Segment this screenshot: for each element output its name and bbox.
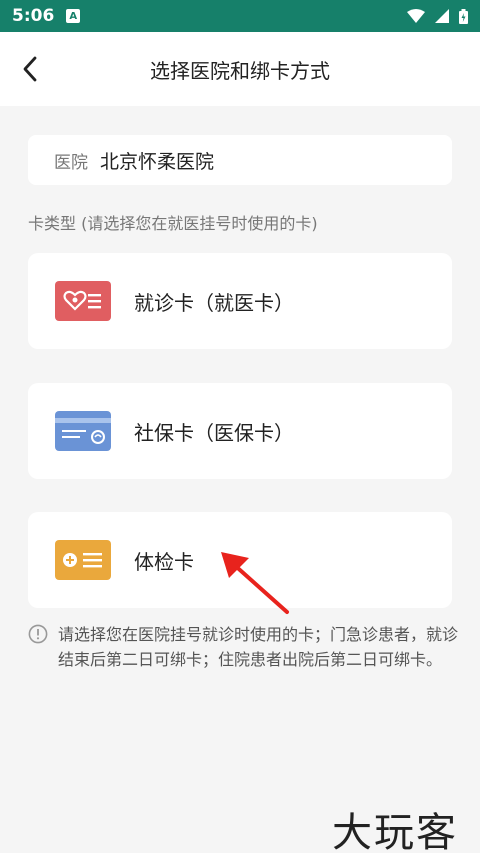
exam-card-icon: [55, 540, 111, 580]
page-title: 选择医院和绑卡方式: [150, 58, 330, 83]
card-option-label: 体检卡: [134, 549, 194, 574]
hospital-value: 北京怀柔医院: [100, 150, 215, 173]
social-security-card-icon: [55, 411, 111, 451]
hospital-selector[interactable]: 医院 北京怀柔医院: [28, 135, 452, 185]
info-icon: [28, 624, 48, 644]
back-button[interactable]: [16, 54, 44, 84]
card-type-hint: 卡类型 (请选择您在就医挂号时使用的卡): [28, 214, 318, 233]
annotation-arrow-icon: [221, 552, 289, 614]
hospital-label: 医院: [54, 152, 88, 173]
card-option-medical[interactable]: 就诊卡（就医卡）: [28, 253, 452, 349]
nav-bar: 选择医院和绑卡方式: [0, 32, 480, 106]
battery-icon: [459, 8, 468, 24]
app-notification-icon: A: [66, 9, 81, 23]
notice-text: 请选择您在医院挂号就诊时使用的卡；门急诊患者，就诊结束后第二日可绑卡；住院患者出…: [58, 625, 459, 669]
back-arrow-icon: [23, 56, 37, 82]
card-option-label: 就诊卡（就医卡）: [134, 290, 294, 315]
wifi-icon: [407, 9, 425, 23]
medical-card-icon: [55, 281, 111, 321]
notice: 请选择您在医院挂号就诊时使用的卡；门急诊患者，就诊结束后第二日可绑卡；住院患者出…: [28, 622, 458, 672]
watermark: 大玩客: [332, 810, 458, 853]
status-bar: 5:06 A: [0, 0, 480, 32]
card-option-label: 社保卡（医保卡）: [134, 420, 294, 445]
signal-icon: [435, 9, 449, 23]
status-time: 5:06: [12, 6, 55, 26]
card-option-social-security[interactable]: 社保卡（医保卡）: [28, 383, 452, 479]
